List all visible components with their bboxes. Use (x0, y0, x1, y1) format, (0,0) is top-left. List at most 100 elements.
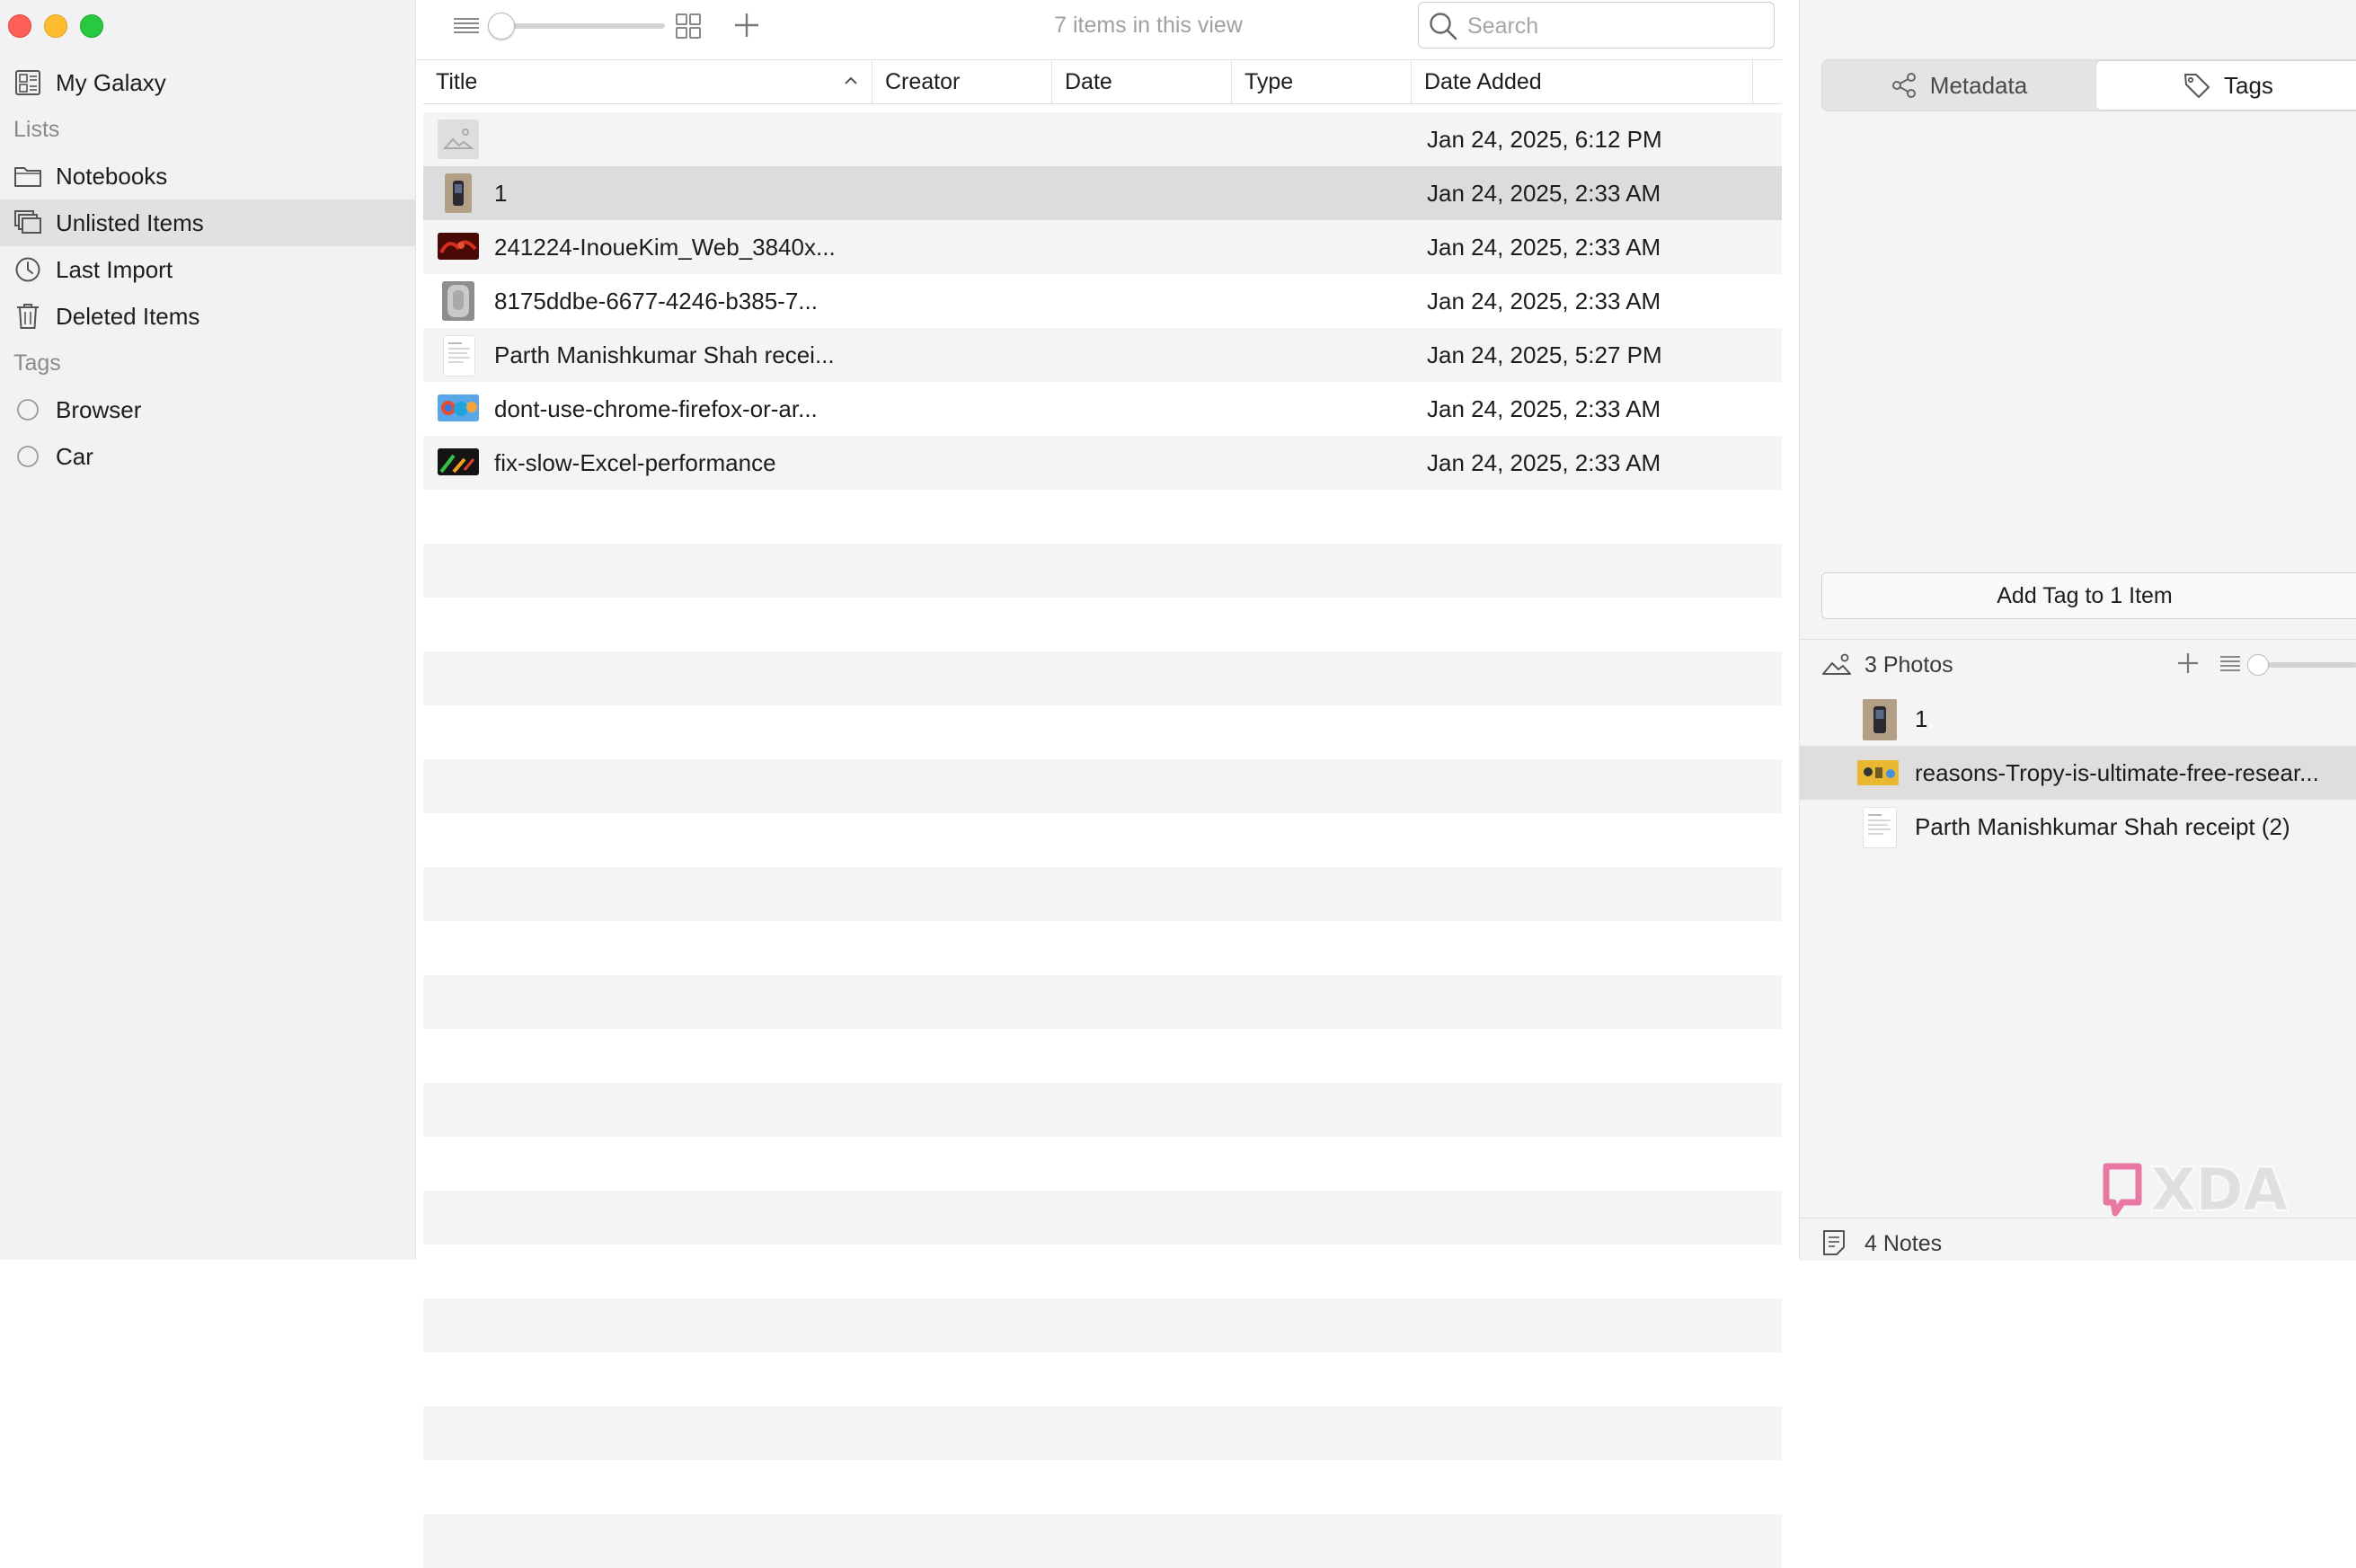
photos-section-header: 3 Photos (1800, 640, 2356, 690)
search-field[interactable] (1418, 2, 1775, 49)
minimize-window-button[interactable] (44, 14, 67, 38)
photo-label: reasons-Tropy-is-ultimate-free-resear... (1915, 759, 2319, 786)
document-thumbnail (443, 335, 475, 376)
table-row[interactable]: 1 Jan 24, 2025, 2:33 AM (423, 166, 1782, 220)
cell-date-added: Jan 24, 2025, 2:33 AM (1427, 234, 1661, 261)
cell-title: fix-slow-Excel-performance (494, 449, 776, 476)
empty-row (423, 1460, 1782, 1514)
empty-row (423, 1029, 1782, 1083)
photo-zoom-slider-thumb[interactable] (2247, 654, 2269, 676)
table-row[interactable]: Jan 24, 2025, 6:12 PM (423, 112, 1782, 166)
add-tag-button[interactable]: Add Tag to 1 Item (1821, 572, 2356, 619)
search-icon (1428, 11, 1458, 41)
zoom-slider-thumb[interactable] (488, 13, 515, 40)
placeholder-image-icon (438, 120, 479, 159)
sidebar-item-label: My Galaxy (56, 68, 166, 96)
sidebar-item-label: Unlisted Items (56, 208, 204, 236)
sidebar-item-unlisted-items[interactable]: Unlisted Items (0, 199, 415, 246)
sort-ascending-icon (843, 73, 859, 89)
sidebar-item-label: Car (56, 442, 93, 470)
item-count-label: 7 items in this view (1054, 13, 1243, 38)
tab-label: Metadata (1929, 71, 2028, 99)
close-window-button[interactable] (8, 14, 31, 38)
notes-icon (1821, 1229, 1847, 1256)
yellow-image-thumbnail (1857, 760, 1899, 785)
folder-icon (13, 161, 43, 191)
gray-photo-thumbnail (442, 281, 474, 321)
column-header-label: Date (1065, 68, 1112, 94)
lists-section-header: Lists (13, 117, 60, 142)
photo-list-item[interactable]: 1 (1800, 692, 2356, 746)
empty-row (423, 598, 1782, 651)
zoom-window-button[interactable] (80, 14, 103, 38)
search-input[interactable] (1466, 11, 1766, 41)
sidebar-item-label: Last Import (56, 255, 173, 283)
list-view-icon[interactable] (2219, 652, 2242, 674)
empty-row (423, 813, 1782, 867)
sidebar-item-last-import[interactable]: Last Import (0, 246, 415, 293)
empty-row (423, 867, 1782, 921)
empty-row (423, 975, 1782, 1029)
sidebar-item-deleted-items[interactable]: Deleted Items (0, 293, 415, 340)
tag-circle-icon (13, 394, 43, 425)
red-image-thumbnail (438, 233, 479, 260)
table-row[interactable]: 241224-InoueKim_Web_3840x... Jan 24, 202… (423, 220, 1782, 274)
tab-metadata[interactable]: Metadata (1822, 60, 2095, 111)
tag-circle-icon (13, 441, 43, 472)
sidebar-item-notebooks[interactable]: Notebooks (0, 153, 415, 199)
stack-icon (13, 208, 43, 238)
grid-view-icon[interactable] (675, 13, 702, 40)
column-header-label: Type (1244, 68, 1294, 94)
library-icon (13, 67, 43, 98)
add-photo-icon[interactable] (2175, 651, 2201, 676)
add-item-icon[interactable] (732, 11, 761, 40)
table-row[interactable]: dont-use-chrome-firefox-or-ar... Jan 24,… (423, 382, 1782, 436)
cell-title: Parth Manishkumar Shah recei... (494, 341, 835, 368)
trash-icon (13, 301, 43, 332)
zoom-slider-track[interactable] (503, 23, 665, 29)
table-row[interactable]: Parth Manishkumar Shah recei... Jan 24, … (423, 328, 1782, 382)
sidebar: My Galaxy Lists Notebooks Unlisted Items… (0, 0, 416, 1260)
cell-date-added: Jan 24, 2025, 2:33 AM (1427, 449, 1661, 476)
sidebar-item-tag-browser[interactable]: Browser (0, 386, 415, 433)
cell-date-added: Jan 24, 2025, 2:33 AM (1427, 180, 1661, 207)
list-view-icon[interactable] (452, 13, 481, 40)
column-header-label: Creator (885, 68, 961, 94)
document-thumbnail (1863, 807, 1897, 848)
device-photo-thumbnail (1863, 699, 1897, 740)
cell-date-added: Jan 24, 2025, 5:27 PM (1427, 341, 1662, 368)
inspector-panel: Metadata Tags Add Tag to 1 Item 3 Photos… (1799, 0, 2356, 1261)
table-row[interactable]: 8175ddbe-6677-4246-b385-7... Jan 24, 202… (423, 274, 1782, 328)
column-header-date-added[interactable]: Date Added (1412, 60, 1753, 103)
photo-list-item[interactable]: reasons-Tropy-is-ultimate-free-resear... (1800, 746, 2356, 800)
table-row[interactable]: fix-slow-Excel-performance Jan 24, 2025,… (423, 436, 1782, 490)
column-header-type[interactable]: Type (1232, 60, 1412, 103)
empty-row (423, 1245, 1782, 1298)
empty-row (423, 1406, 1782, 1460)
photo-label: Parth Manishkumar Shah receipt (2) (1915, 813, 2290, 840)
cell-date-added: Jan 24, 2025, 6:12 PM (1427, 126, 1662, 153)
share-icon (1891, 72, 1918, 99)
sidebar-item-label: Notebooks (56, 162, 168, 190)
column-header-label: Title (436, 68, 478, 94)
column-header-date[interactable]: Date (1052, 60, 1232, 103)
cell-date-added: Jan 24, 2025, 2:33 AM (1427, 288, 1661, 314)
column-header-creator[interactable]: Creator (872, 60, 1052, 103)
tab-label: Tags (2224, 71, 2273, 99)
tab-tags[interactable]: Tags (2095, 60, 2356, 111)
cell-title: dont-use-chrome-firefox-or-ar... (494, 395, 818, 422)
empty-row (423, 1514, 1782, 1568)
empty-row (423, 705, 1782, 759)
photo-zoom-slider-track[interactable] (2258, 662, 2356, 668)
empty-row (423, 759, 1782, 813)
column-header-title[interactable]: Title (423, 60, 872, 103)
sidebar-item-label: Deleted Items (56, 302, 200, 330)
photo-list-item[interactable]: Parth Manishkumar Shah receipt (2) (1800, 800, 2356, 854)
sidebar-item-label: Browser (56, 395, 142, 423)
dark-image-thumbnail (438, 448, 479, 475)
sidebar-item-tag-car[interactable]: Car (0, 433, 415, 480)
device-photo-thumbnail (445, 173, 472, 213)
clock-icon (13, 254, 43, 285)
sidebar-item-library[interactable]: My Galaxy (0, 59, 415, 106)
photos-icon (1821, 651, 1852, 678)
